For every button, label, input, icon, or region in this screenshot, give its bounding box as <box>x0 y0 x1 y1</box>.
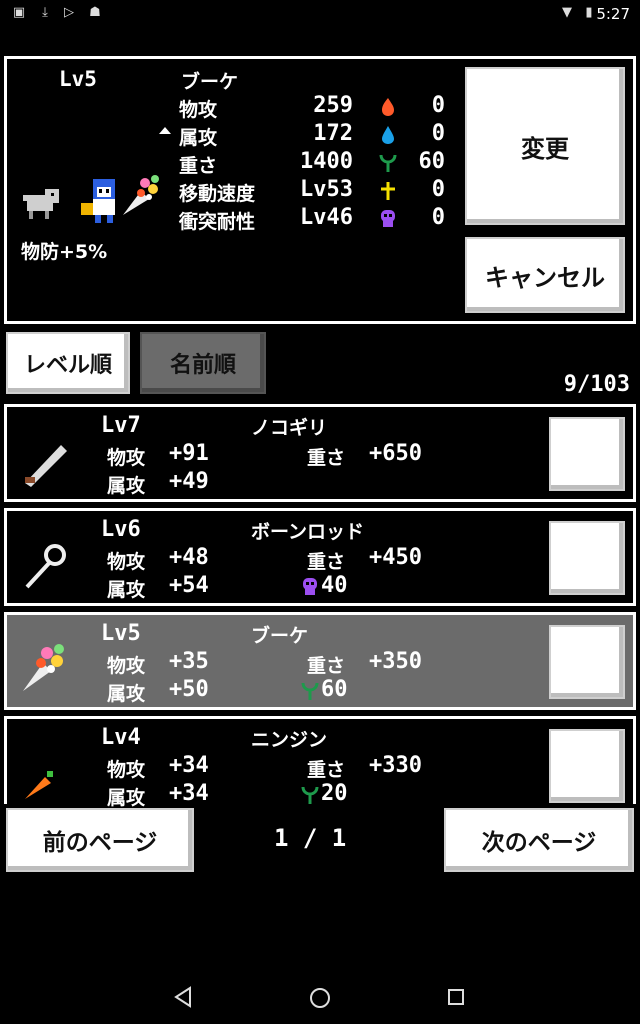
elem-value-dark: 0 <box>431 205 445 230</box>
sort-by-name-button[interactable]: 名前順 <box>140 332 266 394</box>
item-extra: 60 <box>321 677 348 702</box>
up-arrow-icon <box>159 127 171 134</box>
skull-icon <box>303 578 317 595</box>
item-elem: +34 <box>169 781 209 806</box>
stat-value-collision-resist: Lv46 <box>300 205 353 230</box>
item-weight: +350 <box>369 649 422 674</box>
stat-value-weight: 1400 <box>300 149 353 174</box>
image-icon: ▣ <box>12 5 26 20</box>
elem-value-plant: 60 <box>418 149 446 174</box>
item-name: ブーケ <box>251 625 309 647</box>
clock: 5:27 <box>596 5 630 23</box>
water-icon <box>382 126 394 144</box>
page-indicator: 1 / 1 <box>274 824 347 852</box>
sort-by-level-button[interactable]: レベル順 <box>6 332 130 394</box>
item-name: ノコギリ <box>251 417 328 439</box>
item-weight-label: 重さ <box>307 447 346 469</box>
item-elem: +49 <box>169 469 209 494</box>
list-item[interactable]: Lv7 ノコギリ 物攻 +91 属攻 +49 重さ +650 <box>4 404 636 502</box>
battery-icon: ▮ <box>585 5 593 20</box>
item-weight: +330 <box>369 753 422 778</box>
bone-rod-weapon-icon <box>25 544 66 589</box>
item-atk-label: 物攻 <box>107 759 146 781</box>
item-level: Lv5 <box>101 621 141 646</box>
item-atk-label: 物攻 <box>107 655 146 677</box>
download-icon: ⤓ <box>42 5 48 20</box>
item-weight-label: 重さ <box>307 759 346 781</box>
select-checkbox[interactable] <box>549 625 625 699</box>
item-elem-label: 属攻 <box>107 683 146 705</box>
back-icon[interactable] <box>172 986 194 1008</box>
next-page-button[interactable]: 次のページ <box>444 808 634 872</box>
list-item-selected[interactable]: Lv5 ブーケ 物攻 +35 属攻 +50 重さ +350 60 <box>4 612 636 710</box>
item-level: Lv7 <box>101 413 141 438</box>
stat-label-elem-atk: 属攻 <box>179 127 218 149</box>
list-item[interactable]: Lv4 ニンジン 物攻 +34 属攻 +34 重さ +330 20 <box>4 716 636 809</box>
item-weight: +650 <box>369 441 422 466</box>
select-checkbox[interactable] <box>549 729 625 803</box>
skull-icon <box>381 210 395 227</box>
item-elem-label: 属攻 <box>107 475 146 497</box>
item-level: Lv4 <box>101 725 141 750</box>
elem-value-holy: 0 <box>431 177 445 202</box>
stat-value-phys-atk: 259 <box>313 93 353 118</box>
dog-character-icon <box>23 189 59 219</box>
item-count: 9/103 <box>563 372 630 397</box>
knight-character-icon <box>81 179 115 223</box>
stat-label-collision-resist: 衝突耐性 <box>179 211 256 233</box>
item-elem: +50 <box>169 677 209 702</box>
detail-level: Lv5 <box>59 67 97 91</box>
item-atk: +91 <box>169 441 209 466</box>
bouquet-weapon-icon <box>123 175 159 215</box>
carrot-weapon-icon <box>25 771 53 799</box>
status-bar: ▣ ⤓ ▷ ☗ ▼ ▮ 5:27 <box>0 0 640 28</box>
play-store-icon: ▷ <box>64 5 74 20</box>
cancel-button[interactable]: キャンセル <box>465 237 625 313</box>
item-elem-label: 属攻 <box>107 579 146 601</box>
change-button[interactable]: 変更 <box>465 67 625 225</box>
wifi-icon: ▼ <box>562 5 572 20</box>
recents-icon[interactable] <box>446 987 466 1007</box>
item-atk: +48 <box>169 545 209 570</box>
saw-weapon-icon <box>25 445 67 487</box>
item-elem-label: 属攻 <box>107 787 146 809</box>
detail-name: ブーケ <box>181 71 239 93</box>
navigation-bar <box>0 968 640 1024</box>
item-extra: 20 <box>321 781 348 806</box>
android-icon: ☗ <box>89 5 101 20</box>
home-icon[interactable] <box>308 986 332 1010</box>
item-elem: +54 <box>169 573 209 598</box>
equipment-detail-panel: Lv5 ブーケ 物攻 属攻 重さ 移動速度 衝突耐性 259 172 1400 … <box>4 56 636 324</box>
select-checkbox[interactable] <box>549 417 625 491</box>
item-name: ボーンロッド <box>251 521 365 543</box>
fire-icon <box>382 98 394 116</box>
stat-label-weight: 重さ <box>179 155 218 177</box>
holy-cross-icon <box>381 182 395 200</box>
item-atk: +34 <box>169 753 209 778</box>
list-item[interactable]: Lv6 ボーンロッド 物攻 +48 属攻 +54 重さ +450 40 <box>4 508 636 606</box>
item-weight-label: 重さ <box>307 655 346 677</box>
elem-value-water: 0 <box>431 121 445 146</box>
item-weight: +450 <box>369 545 422 570</box>
stat-label-phys-atk: 物攻 <box>179 99 218 121</box>
prev-page-button[interactable]: 前のページ <box>6 808 194 872</box>
stat-value-move-speed: Lv53 <box>300 177 353 202</box>
plant-icon <box>379 154 397 172</box>
detail-bonus: 物防+5% <box>21 241 108 263</box>
plant-icon <box>301 786 319 804</box>
item-name: ニンジン <box>251 729 328 751</box>
stat-label-move-speed: 移動速度 <box>179 183 256 205</box>
item-atk-label: 物攻 <box>107 551 146 573</box>
stat-value-elem-atk: 172 <box>313 121 353 146</box>
item-weight-label: 重さ <box>307 551 346 573</box>
elem-value-fire: 0 <box>431 93 445 118</box>
item-atk: +35 <box>169 649 209 674</box>
item-atk-label: 物攻 <box>107 447 146 469</box>
select-checkbox[interactable] <box>549 521 625 595</box>
item-extra: 40 <box>321 573 348 598</box>
item-level: Lv6 <box>101 517 141 542</box>
bouquet-weapon-icon <box>23 644 64 691</box>
plant-icon <box>301 682 319 700</box>
